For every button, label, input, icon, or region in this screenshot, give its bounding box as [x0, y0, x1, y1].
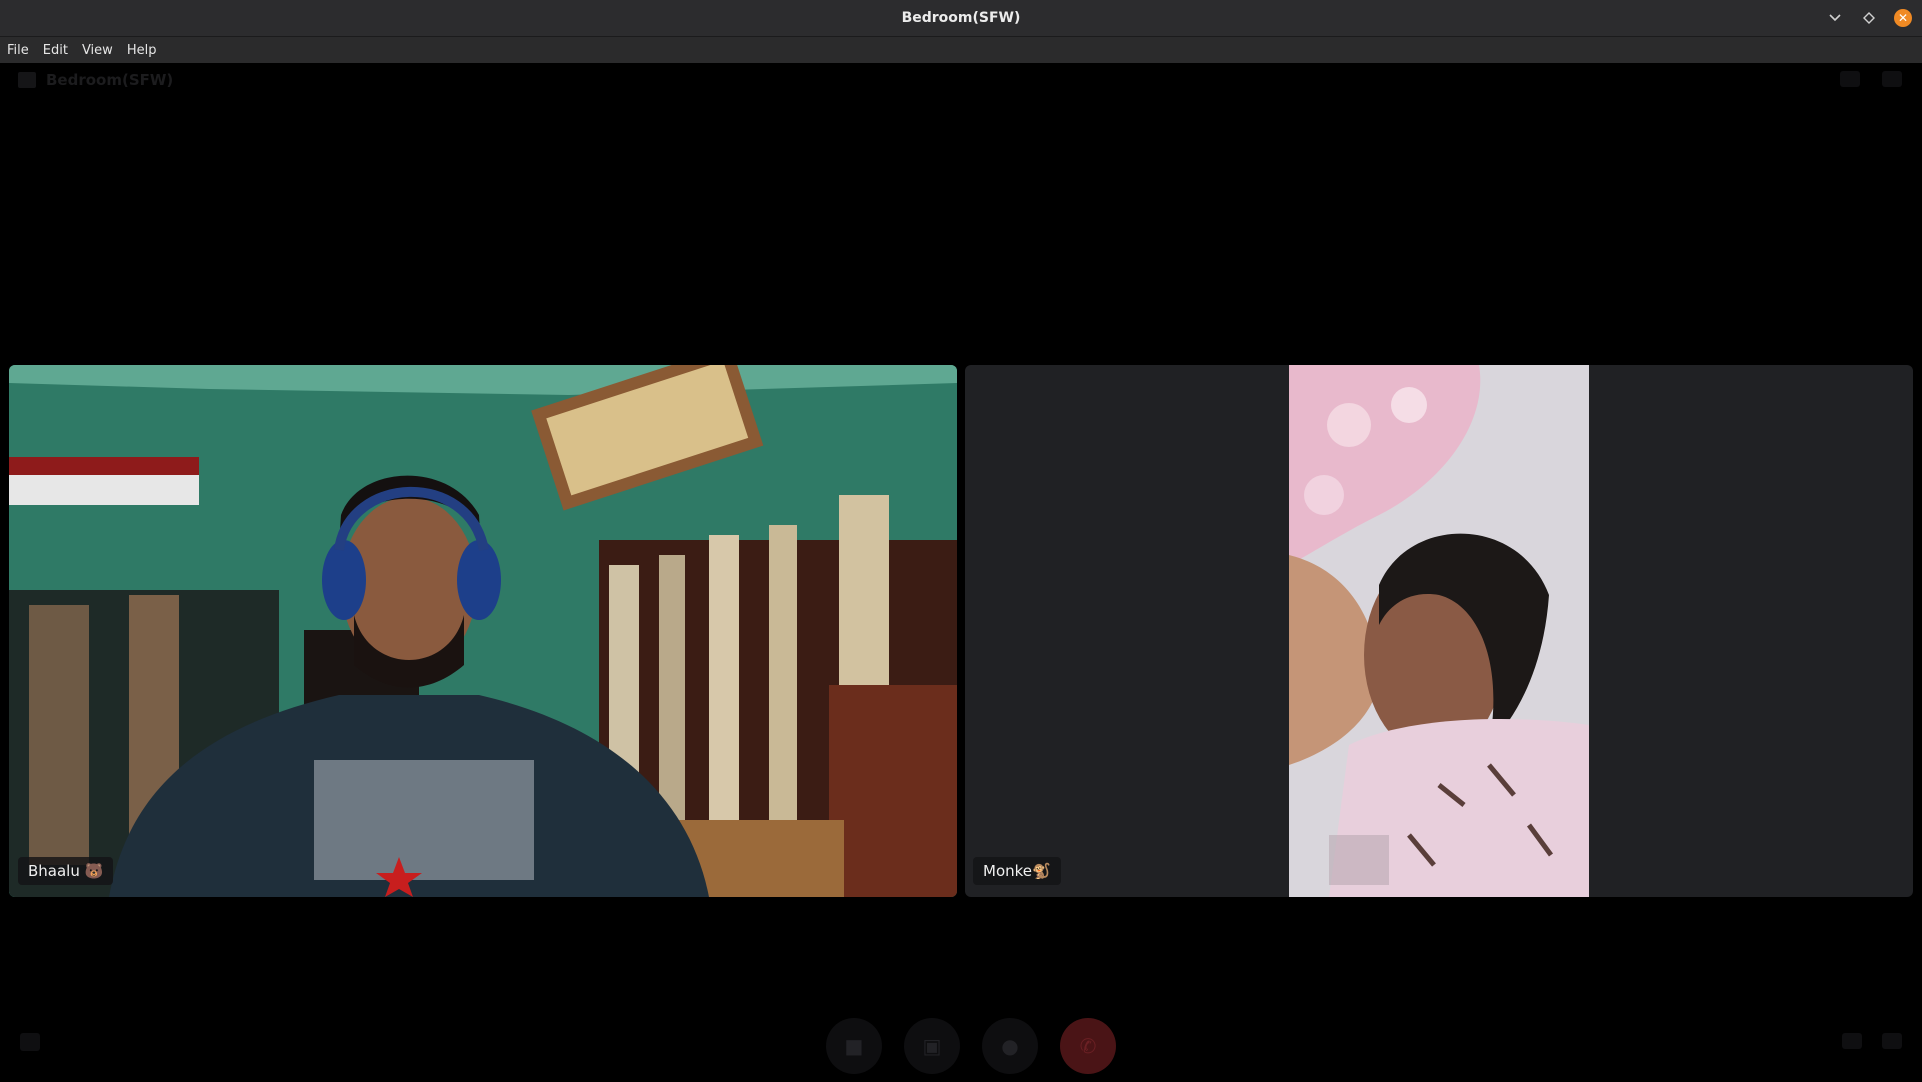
- participant-tile-monke[interactable]: Monke🐒: [965, 365, 1913, 897]
- fullscreen-icon[interactable]: [1882, 1033, 1902, 1049]
- call-controls: ■ ▣ ● ✆: [826, 1018, 1116, 1074]
- more-options-icon[interactable]: [1882, 71, 1902, 87]
- title-bar: Bedroom(SFW) ✕: [0, 0, 1922, 37]
- call-header-actions: [1840, 71, 1902, 87]
- participant-name-monke: Monke🐒: [973, 857, 1061, 885]
- microphone-icon: ●: [1001, 1034, 1019, 1058]
- menu-bar: File Edit View Help: [0, 37, 1922, 63]
- pop-out-icon[interactable]: [1842, 1033, 1862, 1049]
- window-controls: ✕: [1826, 0, 1912, 36]
- app-window: Bedroom(SFW) ✕ File Edit View Help Bedro…: [0, 0, 1922, 1082]
- hang-up-button[interactable]: ✆: [1060, 1018, 1116, 1074]
- participant-tile-bhaalu[interactable]: Bhaalu 🐻: [9, 365, 957, 897]
- bottom-right-actions: [1842, 1033, 1902, 1049]
- menu-help[interactable]: Help: [120, 43, 164, 58]
- diamond-icon[interactable]: [1860, 9, 1878, 27]
- grid-layout-icon[interactable]: [1840, 71, 1860, 87]
- camera-icon: ■: [844, 1034, 864, 1058]
- call-header: Bedroom(SFW): [18, 71, 173, 89]
- speaker-icon: [18, 72, 36, 88]
- participant-video-bhaalu: [9, 365, 957, 897]
- participant-video-monke: [1289, 365, 1589, 897]
- microphone-button[interactable]: ●: [982, 1018, 1038, 1074]
- screen-share-button[interactable]: ▣: [904, 1018, 960, 1074]
- window-title: Bedroom(SFW): [901, 10, 1021, 26]
- hang-up-icon: ✆: [1079, 1034, 1097, 1058]
- chevron-down-icon[interactable]: [1826, 9, 1844, 27]
- menu-edit[interactable]: Edit: [36, 43, 75, 58]
- call-area: Bedroom(SFW) Bhaalu 🐻 Monke🐒 ■ ▣ ● ✆: [0, 63, 1922, 1082]
- channel-title: Bedroom(SFW): [46, 71, 174, 89]
- participant-name-bhaalu: Bhaalu 🐻: [18, 857, 114, 885]
- close-icon[interactable]: ✕: [1894, 9, 1912, 27]
- screen-share-icon: ▣: [922, 1034, 942, 1058]
- camera-button[interactable]: ■: [826, 1018, 882, 1074]
- menu-file[interactable]: File: [0, 43, 36, 58]
- add-participant-icon[interactable]: [20, 1033, 40, 1051]
- menu-view[interactable]: View: [75, 43, 120, 58]
